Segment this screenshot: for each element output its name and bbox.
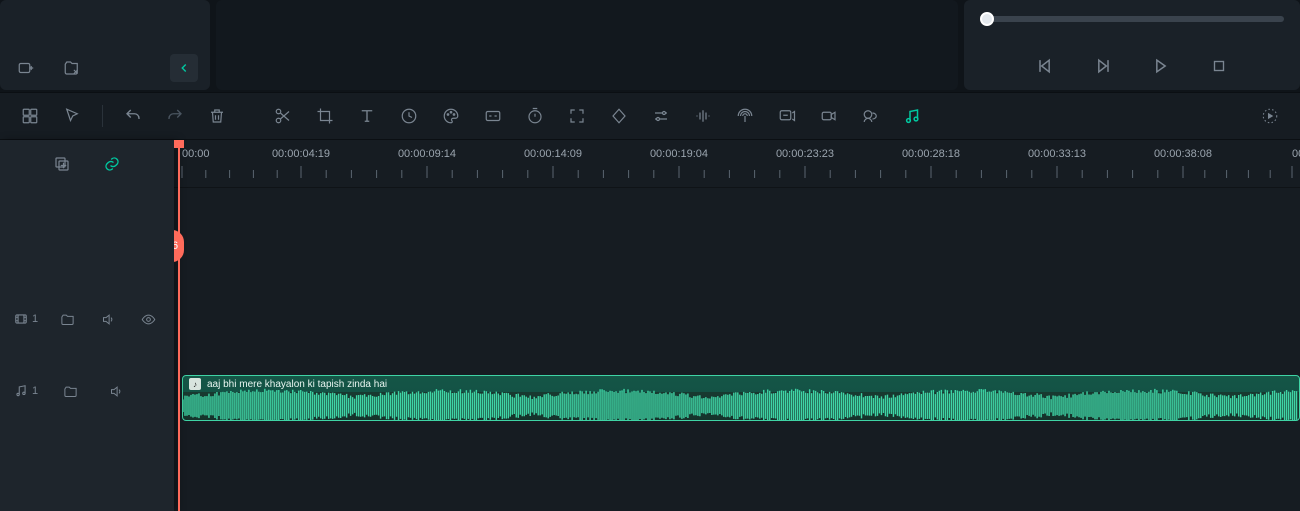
- collapse-panel-button[interactable]: [170, 54, 198, 82]
- select-tool[interactable]: [58, 102, 86, 130]
- layout-button[interactable]: [16, 102, 44, 130]
- step-back-button[interactable]: [1031, 52, 1059, 80]
- timer-button[interactable]: [521, 102, 549, 130]
- subtitle-button[interactable]: [773, 102, 801, 130]
- audio-track-header: 1: [0, 366, 174, 416]
- timeline-toolbar: [0, 92, 1300, 140]
- progress-knob[interactable]: [980, 12, 994, 26]
- tts-button[interactable]: [857, 102, 885, 130]
- keyframe-button[interactable]: [605, 102, 633, 130]
- video-track-label: 1: [14, 312, 38, 326]
- video-visible-icon[interactable]: [137, 305, 160, 333]
- video-lock-icon[interactable]: [56, 305, 79, 333]
- stop-button[interactable]: [1205, 52, 1233, 80]
- render-button[interactable]: [1256, 102, 1284, 130]
- audio-mute-icon[interactable]: [102, 377, 130, 405]
- color-button[interactable]: [437, 102, 465, 130]
- step-forward-button[interactable]: [1147, 52, 1175, 80]
- audio-track-label: 1: [14, 384, 38, 398]
- undo-button[interactable]: [119, 102, 147, 130]
- video-lane[interactable]: [174, 303, 1300, 353]
- time-ruler[interactable]: 00:0000:00:04:1900:00:09:1400:00:14:0900…: [174, 140, 1300, 188]
- play-button[interactable]: [1089, 52, 1117, 80]
- beat-detect-button[interactable]: [899, 102, 927, 130]
- inspector-panel: [964, 0, 1300, 90]
- preview-panel: [216, 0, 958, 90]
- track-header-column: 1 1: [0, 140, 174, 511]
- add-track-button[interactable]: [48, 150, 76, 178]
- record-button[interactable]: [815, 102, 843, 130]
- delete-button[interactable]: [203, 102, 231, 130]
- video-track-header: 1: [0, 294, 174, 344]
- voice-button[interactable]: [731, 102, 759, 130]
- progress-bar[interactable]: [980, 16, 1284, 22]
- import-media-button[interactable]: [12, 54, 40, 82]
- video-mute-icon[interactable]: [97, 305, 120, 333]
- split-button[interactable]: [269, 102, 297, 130]
- fullscreen-button[interactable]: [563, 102, 591, 130]
- speed-button[interactable]: [395, 102, 423, 130]
- audio-tool[interactable]: [689, 102, 717, 130]
- media-panel: [0, 0, 210, 90]
- adjust-button[interactable]: [647, 102, 675, 130]
- crop-button[interactable]: [311, 102, 339, 130]
- audio-lane[interactable]: ♪ aaj bhi mere khayalon ki tapish zinda …: [174, 375, 1300, 425]
- caption-button[interactable]: [479, 102, 507, 130]
- audio-lock-icon[interactable]: [56, 377, 84, 405]
- text-button[interactable]: [353, 102, 381, 130]
- redo-button[interactable]: [161, 102, 189, 130]
- remove-media-button[interactable]: [58, 54, 86, 82]
- playhead[interactable]: [178, 140, 180, 511]
- link-toggle[interactable]: [98, 150, 126, 178]
- audio-clip[interactable]: ♪ aaj bhi mere khayalon ki tapish zinda …: [182, 375, 1300, 421]
